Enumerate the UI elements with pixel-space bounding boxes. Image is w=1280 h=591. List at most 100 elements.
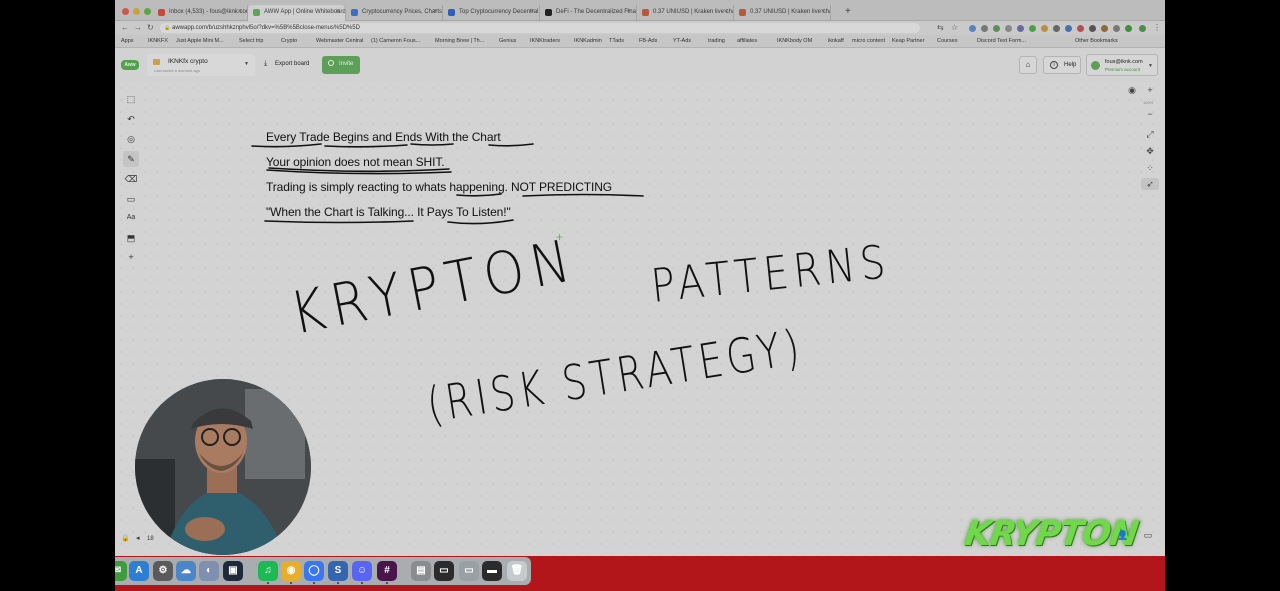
lock-icon[interactable]: 🔒	[121, 534, 130, 542]
chat-icon[interactable]: ▭	[1139, 530, 1157, 548]
screen-icon[interactable]: ▭	[434, 561, 454, 581]
browser-tab[interactable]: Cryptocurrency Prices, Charts ×	[346, 5, 443, 21]
chrome-icon[interactable]: ◉	[281, 561, 301, 581]
bookmark-item[interactable]: IKNKbody OM	[777, 38, 812, 44]
app-store-icon[interactable]: A	[129, 561, 149, 581]
previous-page-icon[interactable]: ◂	[136, 534, 140, 542]
bookmark-star-icon[interactable]: ☆	[951, 23, 958, 32]
bookmark-item[interactable]: Genius	[499, 38, 516, 44]
aww-logo[interactable]: Aww	[121, 60, 139, 70]
bookmark-item[interactable]: IKNKtraders	[530, 38, 560, 44]
bookmark-item[interactable]: Webmaster Central	[316, 38, 363, 44]
system-preferences-icon[interactable]: ⚙	[153, 561, 173, 581]
maximize-window-icon[interactable]	[144, 8, 151, 15]
browser-tab[interactable]: Inbox (4,533) - fous@iknk.com ×	[153, 5, 248, 21]
browser-tab[interactable]: 0.37 UNIUSD | Kraken live cha ×	[637, 5, 734, 21]
bookmark-item[interactable]: Morning Brew | Th...	[435, 38, 484, 44]
bookmark-item[interactable]: Keap Partner	[892, 38, 924, 44]
extension-icon[interactable]	[1113, 25, 1120, 32]
help-button[interactable]: i Help	[1043, 56, 1081, 74]
trash-icon[interactable]: 🗑	[507, 561, 527, 581]
profile-avatar-icon[interactable]	[1139, 25, 1146, 32]
discord-icon[interactable]: ☺	[352, 561, 372, 581]
signal-icon[interactable]: ◯	[304, 561, 324, 581]
close-tab-icon[interactable]: ×	[336, 8, 340, 15]
close-window-icon[interactable]	[122, 8, 129, 15]
bookmark-item[interactable]: affiliates	[737, 38, 757, 44]
address-bar-row: ← → ↻ 🔒 awwapp.com/b/uzshhkznphvl5o/?dkv…	[115, 21, 1165, 35]
extension-icon[interactable]	[1101, 25, 1108, 32]
new-tab-button[interactable]: +	[845, 6, 851, 17]
extension-icon[interactable]	[1017, 25, 1024, 32]
extension-icon[interactable]	[1077, 25, 1084, 32]
bookmark-item[interactable]: IKNKFX	[148, 38, 168, 44]
bookmark-item[interactable]: Select trip	[239, 38, 263, 44]
bookmark-item[interactable]: trading	[708, 38, 725, 44]
forward-icon[interactable]: →	[134, 23, 142, 32]
dock-shelf: ✉ A ⚙ ☁ ◐ ▣ ♫ ◉ ◯ S ☺ # ▤ ▭ ▭ ▬ 🗑	[115, 557, 531, 585]
bookmark-item[interactable]: Apps	[121, 38, 134, 44]
photos-icon[interactable]: ☁	[176, 561, 196, 581]
user-icon[interactable]: 👤	[1114, 530, 1132, 548]
slack-icon[interactable]: #	[377, 561, 397, 581]
back-icon[interactable]: ←	[121, 23, 129, 32]
extension-icon[interactable]	[1029, 25, 1036, 32]
browser-tab[interactable]: DeFi - The Decentralized Fina ×	[540, 5, 637, 21]
export-board-button[interactable]: ⤓ Export board	[260, 56, 317, 74]
extension-icon[interactable]	[993, 25, 1000, 32]
extension-icon[interactable]	[981, 25, 988, 32]
bookmark-item[interactable]: Courses	[937, 38, 957, 44]
home-button[interactable]: ⌂	[1019, 56, 1037, 74]
finder-icon[interactable]: ◐	[199, 561, 219, 581]
spotify-icon[interactable]: ♫	[258, 561, 278, 581]
account-menu[interactable]: fous@iknk.com Premium account ▼	[1086, 54, 1158, 76]
bookmark-item[interactable]: Discord Text Form...	[977, 38, 1026, 44]
browser-tab[interactable]: AWW App | Online Whiteboard ×	[248, 5, 346, 21]
terminal-icon[interactable]: ▣	[223, 561, 243, 581]
bookmark-item[interactable]: (1) Cameron Fous...	[371, 38, 420, 44]
bookmark-item[interactable]: IKNKadmin	[574, 38, 602, 44]
whiteboard-canvas[interactable]: ⬚ ↶ ◎ ✎ ⌫ ▭ Aa ⬒ + ◉ + 100% − ⤢ ✥ ⁘ ➶ Every Trad…	[115, 82, 1165, 556]
extension-icon[interactable]	[969, 25, 976, 32]
running-indicator	[290, 582, 292, 584]
bookmark-item[interactable]: Just Apple Mini M...	[176, 38, 224, 44]
bookmark-item[interactable]: Crypto	[281, 38, 297, 44]
page-controls: 🔒 ◂ 18	[119, 532, 179, 548]
url-field[interactable]: 🔒 awwapp.com/b/uzshhkznphvl5o/?dkv=%5B%5…	[160, 23, 920, 33]
extension-icon[interactable]	[1125, 25, 1132, 32]
bookmark-item[interactable]: micro content	[852, 38, 885, 44]
reload-icon[interactable]: ↻	[147, 23, 154, 32]
preview-icon[interactable]: ▤	[411, 561, 431, 581]
bookmark-item[interactable]: TTads	[609, 38, 624, 44]
extension-icon[interactable]	[1065, 25, 1072, 32]
close-tab-icon[interactable]: ×	[433, 8, 437, 15]
browser-tab[interactable]: Top Cryptocurrency Decentral ×	[443, 5, 540, 21]
close-tab-icon[interactable]: ×	[627, 8, 631, 15]
minimize-window-icon[interactable]	[133, 8, 140, 15]
extension-icon[interactable]	[1041, 25, 1048, 32]
close-tab-icon[interactable]: ×	[238, 8, 242, 15]
close-tab-icon[interactable]: ×	[724, 8, 728, 15]
messages-icon[interactable]: ✉	[115, 561, 127, 581]
bookmark-item[interactable]: iknkaff	[828, 38, 844, 44]
menu-kebab-icon[interactable]: ⋮	[1153, 23, 1161, 32]
desktop-icon[interactable]: ▬	[482, 561, 502, 581]
extension-icon[interactable]	[1005, 25, 1012, 32]
help-label: Help	[1064, 62, 1077, 68]
extension-icon[interactable]	[1053, 25, 1060, 32]
bookmark-item[interactable]: Other Bookmarks	[1075, 38, 1118, 44]
s-app-icon[interactable]: S	[328, 561, 348, 581]
browser-tab[interactable]: 0.37 UNIUSD | Kraken live cha ×	[734, 5, 831, 21]
close-tab-icon[interactable]: ×	[530, 8, 534, 15]
invite-button[interactable]: Invite	[322, 56, 360, 74]
bookmark-item[interactable]: YT-Ads	[673, 38, 691, 44]
bookmark-item[interactable]: FB-Ads	[639, 38, 657, 44]
board-name: IKNKfx crypto	[168, 58, 208, 65]
close-tab-icon[interactable]: ×	[821, 8, 825, 15]
board-selector[interactable]: IKNKfx crypto Last saved a moment ago ▼	[147, 54, 255, 76]
window-icon[interactable]: ▭	[459, 561, 479, 581]
extension-icon[interactable]: ⇆	[937, 23, 944, 32]
extension-icon[interactable]	[1089, 25, 1096, 32]
macos-dock: ✉ A ⚙ ☁ ◐ ▣ ♫ ◉ ◯ S ☺ # ▤ ▭ ▭ ▬ 🗑	[115, 556, 1165, 591]
handwriting-krypton: KRYPTON	[285, 226, 583, 348]
